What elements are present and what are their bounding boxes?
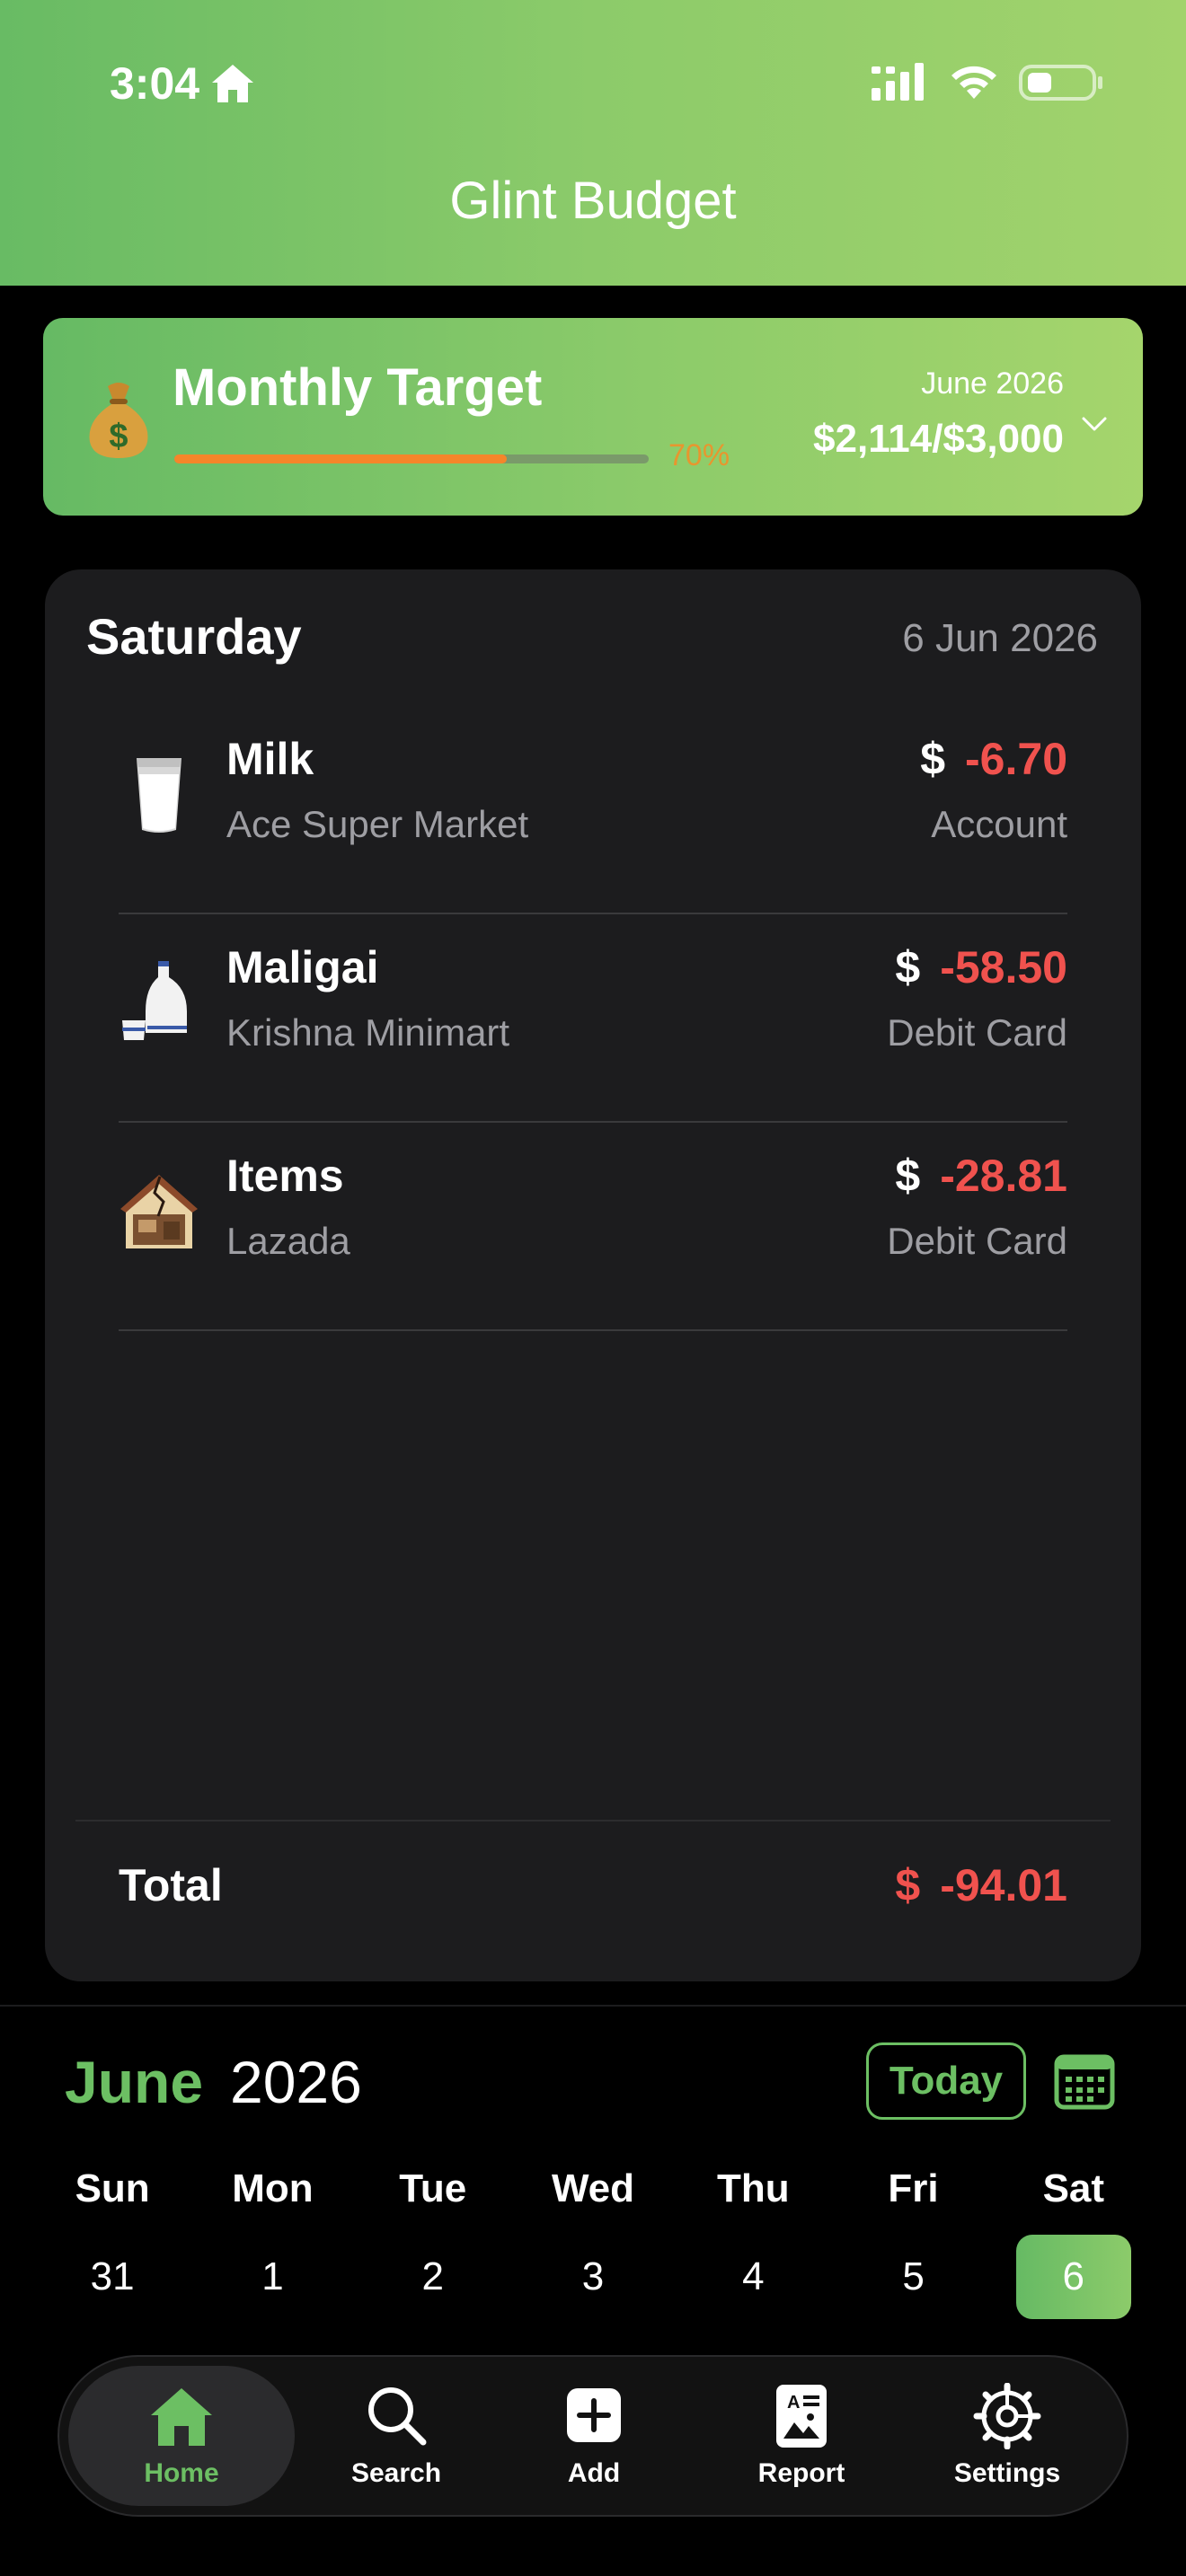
transaction-store: Ace Super Market — [226, 803, 529, 845]
house-icon — [120, 1175, 198, 1248]
money-bag-icon: $ — [89, 383, 148, 458]
weekday-label: Sat — [1042, 2166, 1105, 2210]
svg-text:$: $ — [109, 418, 128, 455]
tab-label: Search — [350, 2458, 442, 2488]
weekday-label: Sun — [75, 2166, 150, 2210]
target-progress-bar — [174, 454, 649, 463]
total-value: -94.01 — [940, 1860, 1067, 1910]
transaction-row[interactable]: Milk Ace Super Market $ -6.70 Account — [119, 706, 1067, 914]
day-date: 6 Jun 2026 — [902, 616, 1098, 660]
transaction-row[interactable]: Maligai Krishna Minimart $ -58.50 Debit … — [119, 914, 1067, 1123]
svg-text:A: A — [787, 2393, 800, 2413]
amount-value: -6.70 — [965, 734, 1067, 784]
transaction-store: Krishna Minimart — [226, 1011, 510, 1054]
calendar-year[interactable]: 2026 — [230, 2048, 362, 2116]
tab-label: Settings — [953, 2458, 1061, 2488]
payment-method: Account — [931, 803, 1067, 845]
tab-bar: Home Search Add A Report Settings — [58, 2355, 1128, 2517]
calendar-icon[interactable] — [1053, 2051, 1116, 2111]
currency-symbol: $ — [920, 734, 946, 784]
calendar-week-row: 31 1 2 3 4 5 6 — [32, 2235, 1154, 2319]
search-icon — [368, 2387, 427, 2446]
currency-symbol: $ — [895, 1151, 921, 1201]
calendar-divider — [0, 2005, 1186, 2007]
transaction-amount: $ -58.50 — [895, 941, 1067, 993]
tab-label: Add — [567, 2458, 621, 2488]
total-label: Total — [119, 1860, 223, 1910]
transaction-name: Maligai — [226, 942, 379, 992]
payment-method: Debit Card — [887, 1220, 1067, 1262]
tab-label: Report — [757, 2458, 845, 2488]
tab-search[interactable]: Search — [338, 2357, 455, 2515]
payment-method: Debit Card — [887, 1011, 1067, 1054]
weekday-label: Mon — [232, 2166, 314, 2210]
target-month: June 2026 — [921, 366, 1064, 401]
day-transactions-card: Saturday 6 Jun 2026 Milk Ace Super Marke… — [45, 569, 1141, 1981]
signal-icon — [872, 63, 924, 101]
app-header: 3:04 Glint Budget — [0, 0, 1186, 286]
app-title: Glint Budget — [449, 172, 737, 230]
total-currency: $ — [895, 1860, 921, 1910]
weekday-label: Wed — [551, 2166, 635, 2210]
target-progress-fill — [174, 454, 507, 463]
transaction-name: Items — [226, 1151, 344, 1201]
chevron-down-icon[interactable] — [1076, 406, 1112, 442]
target-title: Monthly Target — [173, 358, 543, 417]
calendar-day-selected[interactable]: 6 — [1015, 2235, 1131, 2319]
amount-value: -58.50 — [940, 942, 1067, 992]
home-icon — [212, 65, 254, 102]
home-icon — [151, 2388, 212, 2446]
sake-bottle-icon — [122, 961, 187, 1040]
calendar-day[interactable]: 4 — [673, 2235, 833, 2319]
report-icon: A — [776, 2385, 827, 2448]
today-button[interactable]: Today — [866, 2042, 1026, 2120]
calendar-day[interactable]: 5 — [833, 2235, 993, 2319]
weekday-label: Tue — [399, 2166, 467, 2210]
tab-home[interactable]: Home — [68, 2366, 295, 2506]
transaction-name: Milk — [226, 734, 314, 784]
tab-settings[interactable]: Settings — [940, 2357, 1075, 2515]
calendar-day[interactable]: 2 — [353, 2235, 513, 2319]
transaction-row[interactable]: Items Lazada $ -28.81 Debit Card — [119, 1123, 1067, 1331]
milk-glass-icon — [137, 758, 181, 833]
day-name: Saturday — [86, 608, 302, 665]
weekday-header: Sun Mon Tue Wed Thu Fri Sat — [32, 2166, 1154, 2211]
total-divider — [75, 1820, 1111, 1822]
calendar-month[interactable]: June — [65, 2048, 203, 2116]
wifi-icon — [951, 66, 996, 99]
status-icons — [872, 63, 1105, 102]
status-time: 3:04 — [110, 57, 257, 110]
calendar-day[interactable]: 3 — [513, 2235, 673, 2319]
weekday-label: Fri — [888, 2166, 939, 2210]
tab-label: Home — [144, 2458, 219, 2488]
transaction-amount: $ -6.70 — [920, 733, 1067, 785]
calendar-day[interactable]: 1 — [192, 2235, 352, 2319]
target-amount: $2,114/$3,000 — [813, 417, 1064, 461]
calendar-day[interactable]: 31 — [32, 2235, 192, 2319]
currency-symbol: $ — [895, 942, 921, 992]
battery-icon — [1019, 65, 1102, 101]
transaction-store: Lazada — [226, 1220, 350, 1262]
add-icon — [567, 2388, 621, 2442]
target-progress-percent: 70% — [668, 438, 730, 472]
status-time-label: 3:04 — [110, 58, 200, 109]
monthly-target-card[interactable]: $ Monthly Target 70% June 2026 $2,114/$3… — [43, 318, 1143, 516]
tab-add[interactable]: Add — [544, 2357, 643, 2515]
transaction-amount: $ -28.81 — [895, 1150, 1067, 1202]
gear-icon — [973, 2383, 1041, 2449]
total-amount: $ -94.01 — [895, 1859, 1067, 1911]
tab-report[interactable]: A Report — [748, 2357, 855, 2515]
amount-value: -28.81 — [940, 1151, 1067, 1201]
weekday-label: Thu — [716, 2166, 790, 2210]
